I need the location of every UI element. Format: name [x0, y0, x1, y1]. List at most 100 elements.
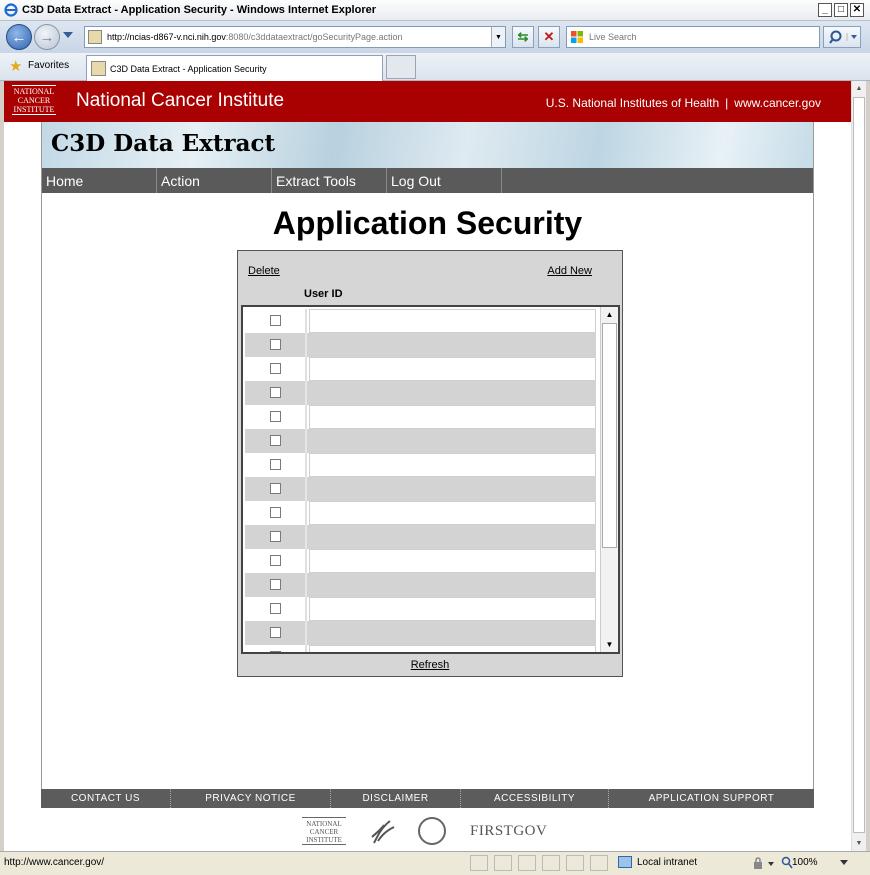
table-row [245, 333, 596, 357]
row-select-checkbox[interactable] [270, 459, 281, 470]
close-window-button[interactable]: ✕ [850, 3, 864, 17]
nih-link[interactable]: U.S. National Institutes of Health [546, 96, 719, 110]
checkbox-cell [245, 357, 307, 381]
security-panel: Delete Add New User ID ▲ ▼ Refresh [237, 250, 623, 677]
favorites-star-icon[interactable]: ★ [9, 59, 22, 74]
page-icon [88, 30, 102, 44]
delete-link[interactable]: Delete [248, 265, 280, 277]
table-row [245, 477, 596, 501]
row-select-checkbox[interactable] [270, 315, 281, 326]
hhs-eagle-icon[interactable] [368, 817, 398, 847]
favorites-label[interactable]: Favorites [28, 60, 69, 71]
cancer-gov-link[interactable]: www.cancer.gov [734, 96, 821, 110]
page-scroll-thumb[interactable] [853, 97, 865, 833]
table-row [245, 405, 596, 429]
menu-log-out[interactable]: Log Out [387, 168, 502, 193]
nci-name[interactable]: National Cancer Institute [76, 90, 284, 112]
footer-accessibility[interactable]: ACCESSIBILITY [461, 789, 609, 808]
footer-contact-us[interactable]: CONTACT US [41, 789, 171, 808]
user-id-cell [309, 405, 596, 429]
window-title-bar: C3D Data Extract - Application Security … [0, 0, 870, 21]
stop-button[interactable]: ✕ [538, 26, 560, 48]
table-row [245, 597, 596, 621]
address-bar[interactable]: http://ncias-d867-v.nci.nih.gov:8080/c3d… [84, 26, 506, 48]
row-select-checkbox[interactable] [270, 651, 281, 652]
nci-logo[interactable]: NATIONAL CANCER INSTITUTE [12, 85, 56, 115]
row-select-checkbox[interactable] [270, 603, 281, 614]
user-id-cell [309, 309, 596, 333]
minimize-button[interactable]: _ [818, 3, 832, 17]
footer-nci-logo[interactable]: NATIONAL CANCER INSTITUTE [302, 817, 346, 845]
row-select-checkbox[interactable] [270, 555, 281, 566]
table-row [245, 357, 596, 381]
checkbox-cell [245, 309, 307, 333]
refresh-page-button[interactable]: ⇆ [512, 26, 534, 48]
search-placeholder: Live Search [589, 32, 637, 42]
search-box[interactable]: Live Search [566, 26, 820, 48]
new-tab-button[interactable] [386, 55, 416, 79]
page-scrollbar[interactable]: ▲ ▼ [851, 81, 866, 851]
footer-application-support[interactable]: APPLICATION SUPPORT [609, 789, 814, 808]
security-zone[interactable]: Local intranet [637, 857, 697, 868]
magnifier-icon [829, 30, 857, 44]
back-button[interactable]: ← [6, 24, 32, 50]
protected-mode-icon[interactable] [752, 857, 778, 871]
user-id-cell [309, 333, 596, 357]
maximize-button[interactable]: □ [834, 3, 848, 17]
page-scroll-up-icon[interactable]: ▲ [852, 81, 866, 96]
refresh-link[interactable]: Refresh [411, 659, 450, 671]
scroll-up-icon[interactable]: ▲ [601, 307, 618, 322]
row-select-checkbox[interactable] [270, 627, 281, 638]
menu-home[interactable]: Home [42, 168, 157, 193]
row-select-checkbox[interactable] [270, 435, 281, 446]
user-id-cell [309, 453, 596, 477]
row-select-checkbox[interactable] [270, 387, 281, 398]
table-row [245, 309, 596, 333]
table-row [245, 549, 596, 573]
main-menu: Home Action Extract Tools Log Out [42, 168, 813, 193]
row-select-checkbox[interactable] [270, 579, 281, 590]
user-list-scrollbar[interactable]: ▲ ▼ [600, 307, 618, 652]
ie-icon [4, 3, 18, 17]
row-select-checkbox[interactable] [270, 363, 281, 374]
scroll-thumb[interactable] [602, 323, 617, 548]
app-container: C3D Data Extract Home Action Extract Too… [41, 122, 814, 789]
user-id-cell [309, 429, 596, 453]
checkbox-cell [245, 645, 307, 652]
nih-seal-icon[interactable] [418, 817, 446, 845]
scroll-down-icon[interactable]: ▼ [601, 637, 618, 652]
row-select-checkbox[interactable] [270, 507, 281, 518]
zoom-level[interactable]: 100% [792, 857, 818, 868]
search-button[interactable] [823, 26, 861, 48]
checkbox-cell [245, 477, 307, 501]
row-select-checkbox[interactable] [270, 483, 281, 494]
menu-extract-tools[interactable]: Extract Tools [272, 168, 387, 193]
app-title: C3D Data Extract [51, 130, 276, 157]
favorites-bar: ★ Favorites C3D Data Extract - Applicati… [0, 53, 870, 81]
user-id-cell [309, 573, 596, 597]
tab-title: C3D Data Extract - Application Security [110, 64, 267, 74]
footer-disclaimer[interactable]: DISCLAIMER [331, 789, 461, 808]
row-select-checkbox[interactable] [270, 531, 281, 542]
add-new-link[interactable]: Add New [547, 265, 592, 277]
recent-pages-dropdown[interactable] [63, 32, 73, 38]
address-dropdown-button[interactable]: ▼ [491, 27, 505, 47]
row-select-checkbox[interactable] [270, 339, 281, 350]
footer-privacy-notice[interactable]: PRIVACY NOTICE [171, 789, 331, 808]
app-header: C3D Data Extract [42, 122, 813, 168]
checkbox-cell [245, 453, 307, 477]
page-scroll-down-icon[interactable]: ▼ [852, 836, 866, 851]
status-pane [590, 855, 608, 871]
forward-button[interactable]: → [34, 24, 60, 50]
checkbox-cell [245, 333, 307, 357]
zoom-dropdown-icon[interactable] [840, 860, 848, 866]
checkbox-cell [245, 381, 307, 405]
menu-action[interactable]: Action [157, 168, 272, 193]
footer-links: CONTACT US PRIVACY NOTICE DISCLAIMER ACC… [41, 789, 814, 808]
nci-header-links: U.S. National Institutes of Health | www.c… [545, 96, 821, 110]
refresh-container: Refresh [238, 659, 622, 671]
firstgov-logo[interactable]: FIRSTGOV [470, 823, 547, 840]
row-select-checkbox[interactable] [270, 411, 281, 422]
stop-icon: ✕ [543, 29, 555, 44]
browser-tab[interactable]: C3D Data Extract - Application Security [86, 55, 383, 81]
